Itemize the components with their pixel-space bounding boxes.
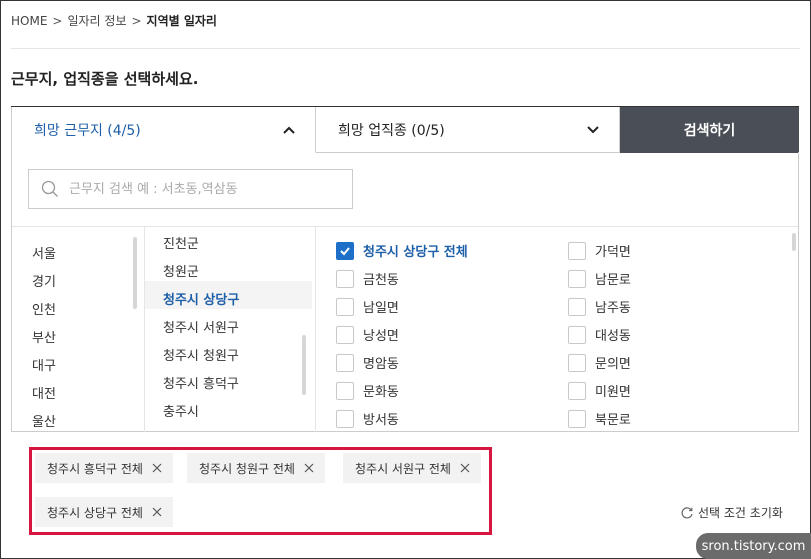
checkbox-icon xyxy=(336,325,354,344)
location-search-input[interactable] xyxy=(69,181,339,197)
neighborhood-label: 청주시 상당구 전체 xyxy=(363,245,468,260)
checkbox-icon xyxy=(568,409,586,428)
checkbox-icon xyxy=(568,297,586,316)
checkbox-checked-icon xyxy=(336,241,354,260)
page-title: 근무지, 업직종을 선택하세요. xyxy=(11,70,199,88)
region-item[interactable]: 서울 xyxy=(32,243,56,262)
region-list[interactable]: 서울 경기 인천 부산 대구 대전 울산 xyxy=(12,227,145,432)
neighborhood-checkbox[interactable]: 방서동 xyxy=(336,409,399,428)
breadcrumb-current: 지역별 일자리 xyxy=(146,14,217,28)
close-icon[interactable] xyxy=(459,462,471,474)
neighborhood-checkbox[interactable]: 문의면 xyxy=(568,353,631,372)
divider xyxy=(11,48,800,49)
checkbox-icon xyxy=(336,297,354,316)
neighborhood-scrollbar[interactable] xyxy=(792,233,796,251)
tab-job[interactable]: 희망 업직종 (0/5) xyxy=(316,107,620,153)
district-item[interactable]: 청원군 xyxy=(163,261,199,280)
neighborhood-label: 대성동 xyxy=(595,329,631,344)
tab-location-label: 희망 근무지 (4/5) xyxy=(34,122,141,139)
chevron-down-icon xyxy=(587,126,599,134)
checkbox-icon xyxy=(568,325,586,344)
checkbox-icon xyxy=(336,269,354,288)
selected-chip: 청주시 청원구 전체 xyxy=(187,453,325,483)
neighborhood-checkbox[interactable]: 대성동 xyxy=(568,325,631,344)
checkbox-icon xyxy=(568,241,586,260)
region-item[interactable]: 대전 xyxy=(32,383,56,402)
district-item[interactable]: 청주시 청원구 xyxy=(163,345,239,364)
chip-label: 청주시 흥덕구 전체 xyxy=(47,461,143,476)
filter-tabs: 희망 근무지 (4/5) 희망 업직종 (0/5) 검색하기 xyxy=(11,106,799,153)
checkbox-icon xyxy=(568,381,586,400)
neighborhood-checkbox[interactable]: 남문로 xyxy=(568,269,631,288)
checkbox-icon xyxy=(568,269,586,288)
tab-job-label: 희망 업직종 (0/5) xyxy=(338,122,445,139)
neighborhood-checkbox[interactable]: 금천동 xyxy=(336,269,399,288)
location-search-box[interactable] xyxy=(28,169,353,209)
close-icon[interactable] xyxy=(151,462,163,474)
district-list[interactable]: 진천군 청원군 청주시 상당구 청주시 서원구 청주시 청원구 청주시 흥덕구 … xyxy=(145,227,316,432)
breadcrumb-separator: > xyxy=(131,13,142,28)
region-item[interactable]: 경기 xyxy=(32,271,56,290)
neighborhood-label: 방서동 xyxy=(363,413,399,428)
search-button[interactable]: 검색하기 xyxy=(620,107,799,153)
chip-label: 청주시 청원구 전체 xyxy=(199,461,295,476)
reset-selection-button[interactable]: 선택 조건 초기화 xyxy=(680,504,783,521)
neighborhood-label: 가덕면 xyxy=(595,245,631,260)
district-item[interactable]: 청주시 흥덕구 xyxy=(163,373,239,392)
reset-label: 선택 조건 초기화 xyxy=(698,506,783,520)
refresh-icon xyxy=(681,506,693,518)
neighborhood-label: 북문로 xyxy=(595,413,631,428)
watermark: sron.tistory.com xyxy=(696,533,811,559)
checkbox-icon xyxy=(336,381,354,400)
region-item[interactable]: 인천 xyxy=(32,299,56,318)
tab-location[interactable]: 희망 근무지 (4/5) xyxy=(11,107,316,153)
district-item-selected[interactable]: 청주시 상당구 xyxy=(163,289,239,308)
neighborhood-checkbox[interactable]: 남일면 xyxy=(336,297,399,316)
close-icon[interactable] xyxy=(303,462,315,474)
chip-label: 청주시 서원구 전체 xyxy=(355,461,451,476)
checkbox-icon xyxy=(568,353,586,372)
breadcrumb-job-info[interactable]: 일자리 정보 xyxy=(67,12,126,29)
location-panel: 서울 경기 인천 부산 대구 대전 울산 진천군 청원군 청주시 상당구 청주시… xyxy=(11,152,799,432)
neighborhood-label: 미원면 xyxy=(595,385,631,400)
neighborhood-label: 남일면 xyxy=(363,301,399,316)
selected-chip: 청주시 서원구 전체 xyxy=(343,453,481,483)
neighborhood-label: 남문로 xyxy=(595,273,631,288)
region-scrollbar[interactable] xyxy=(133,237,137,309)
neighborhood-checkbox[interactable]: 북문로 xyxy=(568,409,631,428)
neighborhood-label: 문의면 xyxy=(595,357,631,372)
chip-label: 청주시 상당구 전체 xyxy=(47,505,143,520)
district-item[interactable]: 진천군 xyxy=(163,233,199,252)
neighborhood-label: 문화동 xyxy=(363,385,399,400)
neighborhood-list[interactable]: 청주시 상당구 전체 금천동 남일면 낭성면 명암동 문화동 방서동 가덕면 남… xyxy=(316,227,798,432)
breadcrumb-separator: > xyxy=(52,13,63,28)
neighborhood-label: 명암동 xyxy=(363,357,399,372)
neighborhood-label: 남주동 xyxy=(595,301,631,316)
close-icon[interactable] xyxy=(151,506,163,518)
region-item[interactable]: 대구 xyxy=(32,355,56,374)
checkbox-icon xyxy=(336,409,354,428)
district-scrollbar[interactable] xyxy=(302,335,306,395)
selected-chip: 청주시 상당구 전체 xyxy=(35,497,173,527)
neighborhood-checkbox[interactable]: 명암동 xyxy=(336,353,399,372)
district-item[interactable]: 충주시 xyxy=(163,401,199,420)
neighborhood-checkbox[interactable]: 문화동 xyxy=(336,381,399,400)
neighborhood-checkbox[interactable]: 낭성면 xyxy=(336,325,399,344)
neighborhood-label: 낭성면 xyxy=(363,329,399,344)
region-item[interactable]: 울산 xyxy=(32,411,56,430)
breadcrumb-home[interactable]: HOME xyxy=(11,14,47,28)
selected-chip: 청주시 흥덕구 전체 xyxy=(35,453,173,483)
neighborhood-checkbox[interactable]: 가덕면 xyxy=(568,241,631,260)
checkbox-icon xyxy=(336,353,354,372)
district-item[interactable]: 청주시 서원구 xyxy=(163,317,239,336)
neighborhood-checkbox[interactable]: 청주시 상당구 전체 xyxy=(336,241,468,260)
neighborhood-label: 금천동 xyxy=(363,273,399,288)
chevron-up-icon xyxy=(283,126,295,134)
neighborhood-checkbox[interactable]: 남주동 xyxy=(568,297,631,316)
search-icon xyxy=(41,180,58,197)
breadcrumb: HOME > 일자리 정보 > 지역별 일자리 xyxy=(11,12,217,29)
neighborhood-checkbox[interactable]: 미원면 xyxy=(568,381,631,400)
region-item[interactable]: 부산 xyxy=(32,327,56,346)
